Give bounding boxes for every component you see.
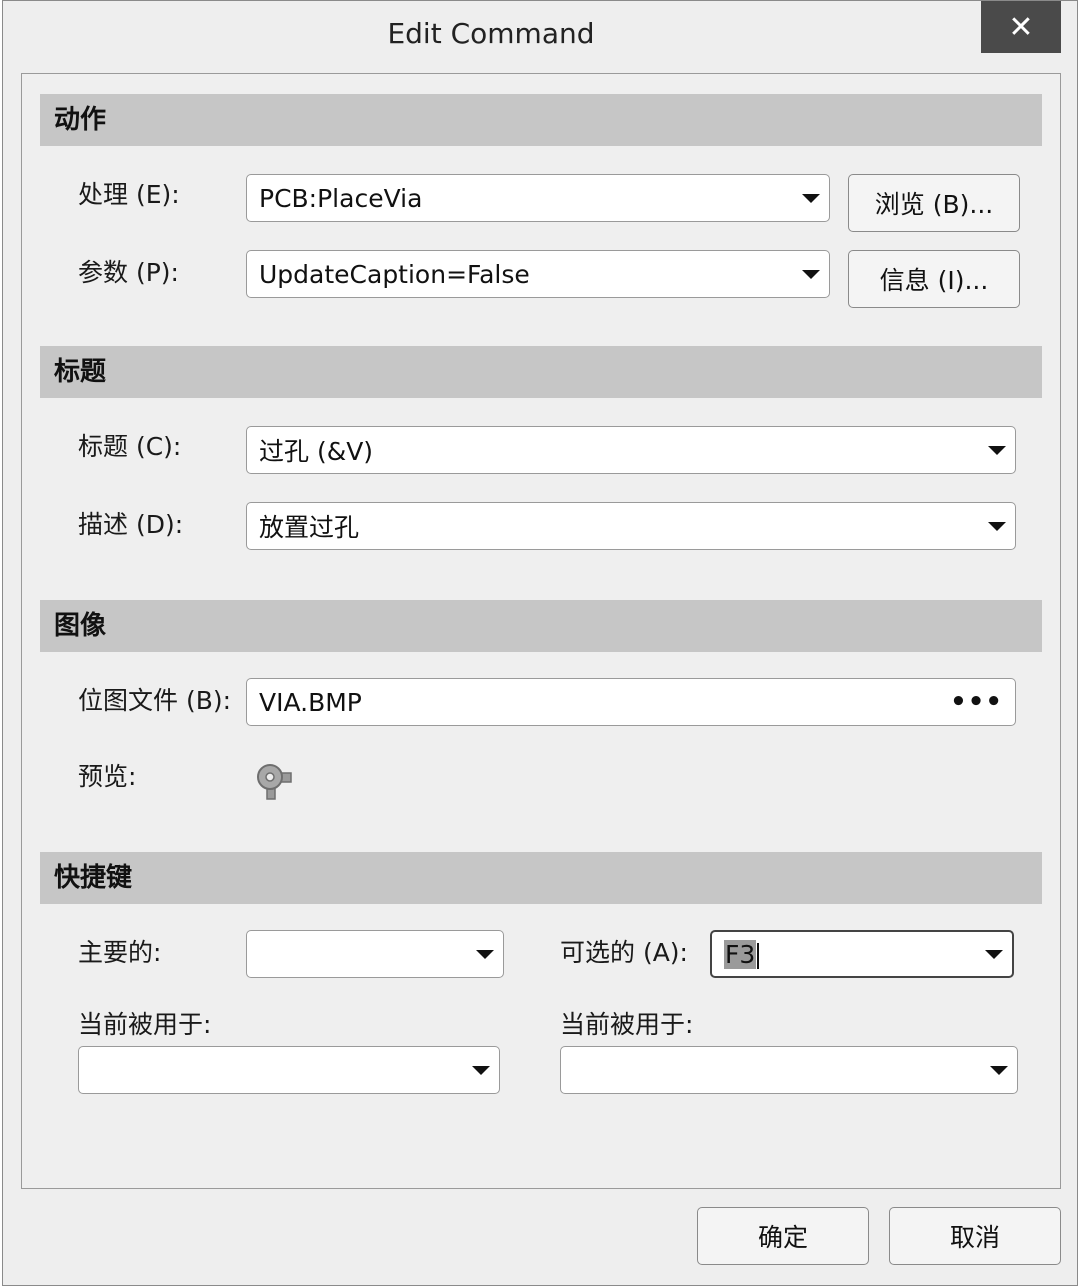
ok-button[interactable]: 确定 — [697, 1207, 869, 1265]
used-by-right-combo[interactable] — [560, 1046, 1018, 1094]
description-value: 放置过孔 — [259, 513, 360, 542]
chevron-down-icon — [985, 949, 1003, 959]
section-header-action: 动作 — [40, 94, 1042, 146]
alternative-shortcut-field: F3 — [724, 939, 985, 969]
section-header-image: 图像 — [40, 600, 1042, 652]
used-by-right-label: 当前被用于: — [560, 1010, 694, 1039]
process-label: 处理 (E): — [78, 180, 180, 209]
used-by-left-label: 当前被用于: — [78, 1010, 212, 1039]
process-value: PCB:PlaceVia — [259, 183, 423, 213]
alternative-shortcut-label: 可选的 (A): — [560, 938, 688, 967]
more-icon[interactable]: ••• — [950, 687, 1003, 717]
caption-combo[interactable]: 过孔 (&V) — [246, 426, 1016, 474]
chevron-down-icon — [990, 1065, 1008, 1075]
process-combo[interactable]: PCB:PlaceVia — [246, 174, 830, 222]
bitmap-file-label: 位图文件 (B): — [78, 686, 232, 715]
close-button[interactable]: ✕ — [981, 1, 1061, 53]
description-label: 描述 (D): — [78, 510, 184, 539]
primary-shortcut-combo[interactable] — [246, 930, 504, 978]
description-combo[interactable]: 放置过孔 — [246, 502, 1016, 550]
dialog-content: 动作 处理 (E): PCB:PlaceVia 浏览 (B)... 参数 (P)… — [21, 73, 1061, 1189]
caption-label: 标题 (C): — [78, 432, 182, 461]
browse-button[interactable]: 浏览 (B)... — [848, 174, 1020, 232]
close-icon: ✕ — [1008, 9, 1034, 45]
preview-label: 预览: — [78, 762, 137, 791]
via-icon — [257, 764, 292, 800]
used-by-left-combo[interactable] — [78, 1046, 500, 1094]
caption-value: 过孔 (&V) — [259, 437, 374, 466]
chevron-down-icon — [476, 949, 494, 959]
section-header-caption: 标题 — [40, 346, 1042, 398]
alternative-shortcut-combo[interactable]: F3 — [710, 930, 1014, 978]
chevron-down-icon — [988, 521, 1006, 531]
bitmap-file-input[interactable]: VIA.BMP ••• — [246, 678, 1016, 726]
dialog-title: Edit Command — [387, 17, 595, 50]
info-button[interactable]: 信息 (I)... — [848, 250, 1020, 308]
chevron-down-icon — [802, 269, 820, 279]
primary-shortcut-label: 主要的: — [78, 938, 162, 967]
chevron-down-icon — [988, 445, 1006, 455]
text-caret — [757, 942, 760, 969]
alternative-shortcut-value: F3 — [724, 939, 757, 969]
params-value: UpdateCaption=False — [259, 259, 530, 289]
params-combo[interactable]: UpdateCaption=False — [246, 250, 830, 298]
chevron-down-icon — [802, 193, 820, 203]
title-bar: Edit Command ✕ — [3, 1, 1077, 71]
section-header-shortcut: 快捷键 — [40, 852, 1042, 904]
edit-command-dialog: Edit Command ✕ 动作 处理 (E): PCB:PlaceVia 浏… — [2, 0, 1078, 1286]
params-label: 参数 (P): — [78, 258, 179, 287]
chevron-down-icon — [472, 1065, 490, 1075]
cancel-button[interactable]: 取消 — [889, 1207, 1061, 1265]
bitmap-file-value: VIA.BMP — [259, 687, 362, 717]
